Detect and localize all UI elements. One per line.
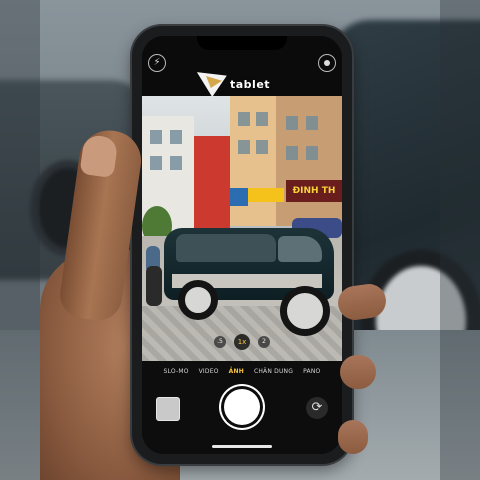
zoom-option-wide[interactable]: .5 (214, 336, 226, 348)
zoom-selector: .5 1x 2 (142, 334, 342, 354)
window (306, 146, 318, 160)
building-red (194, 136, 230, 231)
phone-screen: ⚡ ĐINH TH tablet .5 1x 2 SLO-MO VIDEO ẢN… (142, 36, 342, 454)
zoom-option-1x[interactable]: 1x (234, 334, 250, 350)
mode-slo-mo[interactable]: SLO-MO (164, 365, 189, 379)
gallery-thumbnail[interactable] (156, 397, 180, 421)
smartphone: ⚡ ĐINH TH tablet .5 1x 2 SLO-MO VIDEO ẢN… (132, 26, 352, 464)
window (150, 130, 162, 144)
window (286, 116, 298, 130)
mode-pano[interactable]: PANO (303, 365, 320, 379)
suv-rear-wheel (178, 280, 218, 320)
flash-icon[interactable]: ⚡ (148, 54, 166, 72)
window (170, 130, 182, 144)
frame-edge-left (0, 0, 40, 480)
shop-sign-blue (230, 188, 248, 206)
suv-side-window (176, 234, 276, 262)
building-tan (276, 96, 342, 226)
window (170, 156, 182, 170)
home-indicator[interactable] (212, 445, 272, 448)
mode-portrait[interactable]: CHÂN DUNG (254, 365, 293, 379)
frame-edge-right (440, 0, 480, 480)
finger (338, 420, 368, 454)
window (150, 156, 162, 170)
suv-front-wheel (280, 286, 330, 336)
shop-sign-yellow (248, 188, 284, 202)
mode-video[interactable]: VIDEO (199, 365, 219, 379)
finger (340, 355, 376, 389)
window (238, 112, 250, 126)
brand-watermark: tablet (230, 78, 271, 91)
shutter-button[interactable] (224, 389, 260, 425)
window (238, 140, 250, 154)
window (306, 116, 318, 130)
building-yellow (230, 96, 276, 226)
shop-sign-text: ĐINH TH (286, 180, 342, 202)
phone-notch (197, 36, 287, 50)
camera-controls: SLO-MO VIDEO ẢNH CHÂN DUNG PANO ⟳ (142, 361, 342, 454)
window (256, 140, 268, 154)
window (256, 112, 268, 126)
mode-photo[interactable]: ẢNH (229, 365, 244, 379)
motorbike (146, 266, 162, 306)
suv-windshield (278, 236, 322, 262)
window (286, 146, 298, 160)
live-photo-icon[interactable] (318, 54, 336, 72)
mode-selector: SLO-MO VIDEO ẢNH CHÂN DUNG PANO (142, 365, 342, 379)
photo-scene: ⚡ ĐINH TH tablet .5 1x 2 SLO-MO VIDEO ẢN… (0, 0, 480, 480)
zoom-option-tele[interactable]: 2 (258, 336, 270, 348)
flip-camera-icon[interactable]: ⟳ (306, 397, 328, 419)
camera-viewfinder[interactable]: ĐINH TH (142, 96, 342, 361)
